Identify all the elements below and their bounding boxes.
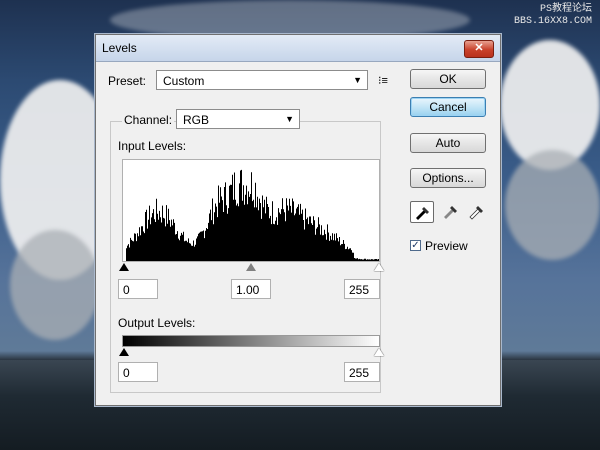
dialog-title: Levels [102, 41, 137, 55]
output-levels-label: Output Levels: [118, 316, 196, 330]
cancel-button[interactable]: Cancel [410, 97, 486, 117]
histogram-bars [126, 169, 379, 261]
cloud-right-grey [505, 150, 600, 260]
white-eyedropper-icon [469, 206, 483, 220]
gray-eyedropper-icon [444, 206, 457, 219]
preset-options-icon[interactable]: ⁝≡ [378, 74, 388, 87]
input-gamma-field[interactable]: 1.00 [231, 279, 271, 299]
input-white-slider[interactable] [374, 263, 384, 271]
output-black-slider[interactable] [119, 348, 129, 356]
gray-eyedropper-tool[interactable] [438, 201, 462, 223]
output-black-field[interactable]: 0 [118, 362, 158, 382]
black-eyedropper-tool[interactable] [410, 201, 434, 223]
input-white-field[interactable]: 255 [344, 279, 380, 299]
channel-label: Channel: [122, 113, 175, 127]
channel-dropdown[interactable]: RGB ▼ [176, 109, 300, 129]
watermark-line2: BBS.16XX8.COM [513, 16, 592, 27]
white-eyedropper-tool[interactable] [464, 201, 488, 223]
watermark-line1: PS教程论坛 [539, 4, 592, 15]
watermark: PS教程论坛 BBS.16XX8.COM [514, 4, 592, 28]
ok-button[interactable]: OK [410, 69, 486, 89]
input-black-field[interactable]: 0 [118, 279, 158, 299]
histogram-graph [126, 169, 379, 261]
output-gradient [122, 335, 380, 347]
preview-checkbox[interactable]: ✓ [410, 240, 421, 251]
title-bar[interactable]: Levels ✕ [96, 35, 500, 62]
preset-dropdown[interactable]: Custom ▼ [156, 70, 368, 90]
black-eyedropper-icon [416, 207, 429, 220]
auto-button[interactable]: Auto [410, 133, 486, 153]
input-gamma-slider[interactable] [246, 263, 256, 271]
preset-value: Custom [163, 74, 205, 88]
preset-label: Preset: [108, 74, 147, 88]
options-button[interactable]: Options... [410, 168, 486, 188]
channel-value: RGB [183, 113, 210, 127]
preview-label: Preview [425, 239, 468, 253]
output-white-field[interactable]: 255 [344, 362, 380, 382]
input-levels-label: Input Levels: [118, 139, 187, 153]
input-black-slider[interactable] [119, 263, 129, 271]
close-icon: ✕ [474, 42, 484, 54]
close-button[interactable]: ✕ [464, 40, 494, 58]
check-icon: ✓ [411, 240, 420, 251]
output-white-slider[interactable] [374, 348, 384, 356]
levels-dialog: Levels ✕ Preset: Custom ▼ ⁝≡ OK Cancel A… [95, 34, 501, 406]
cloud-left-lower [10, 230, 100, 340]
chevron-down-icon: ▼ [353, 75, 362, 85]
histogram [122, 159, 380, 262]
chevron-down-icon: ▼ [285, 114, 294, 124]
